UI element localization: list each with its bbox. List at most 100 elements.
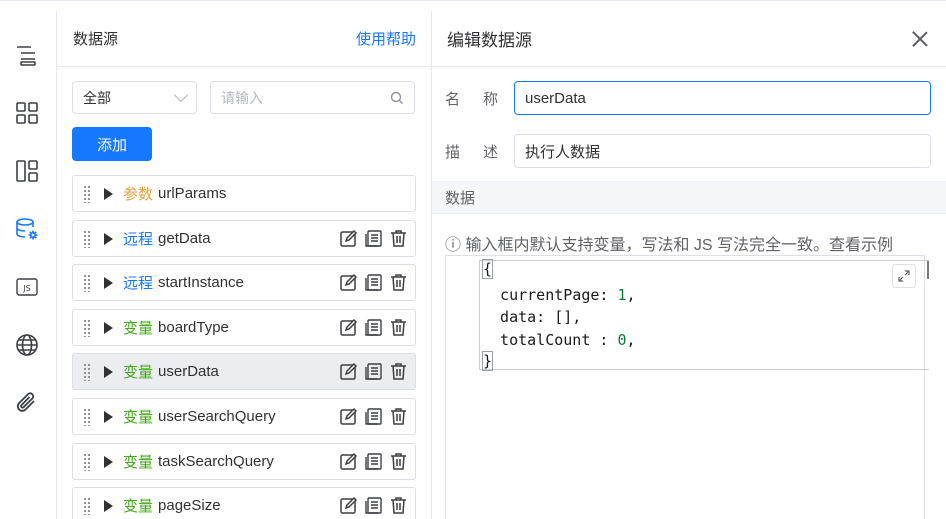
datasource-title: 数据源: [73, 31, 119, 48]
expand-arrow-icon[interactable]: [104, 232, 113, 245]
delete-icon[interactable]: [389, 318, 408, 337]
datasource-header: 数据源 使用帮助: [57, 11, 431, 67]
edit-icon[interactable]: [339, 496, 358, 515]
datasource-panel: 数据源 使用帮助 全部 请输入 添加 参数 urlParams 远程 getData 远…: [57, 11, 432, 519]
search-icon: [390, 91, 403, 104]
edit-icon[interactable]: [339, 229, 358, 248]
edit-icon[interactable]: [339, 452, 358, 471]
copy-icon[interactable]: [364, 362, 383, 381]
delete-icon[interactable]: [389, 496, 408, 515]
drag-handle-icon[interactable]: [83, 452, 91, 471]
outline-icon[interactable]: [13, 41, 41, 69]
copy-icon[interactable]: [364, 496, 383, 515]
drag-handle-icon[interactable]: [83, 229, 91, 248]
attachment-icon[interactable]: [13, 389, 41, 417]
scrollbar-thumb[interactable]: [927, 261, 929, 279]
expand-arrow-icon[interactable]: [104, 455, 113, 468]
item-actions: [339, 452, 408, 471]
item-actions: [339, 273, 408, 292]
copy-icon[interactable]: [364, 273, 383, 292]
type-filter-value: 全部: [83, 89, 111, 106]
delete-icon[interactable]: [389, 229, 408, 248]
list-item[interactable]: 变量 boardType: [72, 309, 416, 346]
search-placeholder: 请输入: [221, 89, 263, 106]
copy-icon[interactable]: [364, 407, 383, 426]
globe-icon[interactable]: [13, 331, 41, 359]
copy-icon[interactable]: [364, 229, 383, 248]
datasource-settings-icon[interactable]: [13, 215, 41, 243]
chevron-down-icon: [173, 87, 189, 103]
item-name: urlParams: [158, 185, 227, 202]
type-filter-select[interactable]: 全部: [72, 81, 197, 114]
type-tag: 变量: [123, 409, 154, 426]
expand-arrow-icon[interactable]: [104, 410, 113, 423]
expand-arrow-icon[interactable]: [104, 276, 113, 289]
drag-handle-icon[interactable]: [83, 273, 91, 292]
drag-handle-icon[interactable]: [83, 184, 91, 203]
list-item[interactable]: 远程 getData: [72, 220, 416, 257]
expand-arrow-icon[interactable]: [104, 321, 113, 334]
list-item[interactable]: 变量 userSearchQuery: [72, 398, 416, 435]
item-actions: [339, 407, 408, 426]
expand-arrow-icon[interactable]: [104, 187, 113, 200]
name-label: 名称: [445, 90, 522, 108]
left-icon-rail: JS: [0, 11, 57, 519]
description-label: 描述: [445, 143, 522, 161]
type-tag: 远程: [123, 275, 154, 292]
delete-icon[interactable]: [389, 407, 408, 426]
delete-icon[interactable]: [389, 452, 408, 471]
drag-handle-icon[interactable]: [83, 496, 91, 515]
delete-icon[interactable]: [389, 273, 408, 292]
item-name: taskSearchQuery: [158, 453, 274, 470]
svg-text:JS: JS: [22, 284, 30, 293]
list-item[interactable]: 远程 startInstance: [72, 264, 416, 301]
list-item[interactable]: 变量 pageSize: [72, 487, 416, 519]
edit-header: 编辑数据源: [432, 11, 946, 67]
item-name: userData: [158, 363, 219, 380]
list-item[interactable]: 参数 urlParams: [72, 175, 416, 212]
drag-handle-icon[interactable]: [83, 362, 91, 381]
copy-icon[interactable]: [364, 452, 383, 471]
item-actions: [339, 362, 408, 381]
item-actions: [339, 496, 408, 515]
app-root: JS 数据源 使用帮助 全部 请输入 添加 参数 urlParams 远程 getDa…: [0, 0, 946, 519]
edit-icon[interactable]: [339, 273, 358, 292]
filter-bar: 全部 请输入: [72, 81, 415, 114]
type-tag: 变量: [123, 320, 154, 337]
code-area[interactable]: { currentPage: 1, data: [], totalCount :…: [479, 259, 929, 371]
drag-handle-icon[interactable]: [83, 407, 91, 426]
edit-icon[interactable]: [339, 318, 358, 337]
copy-icon[interactable]: [364, 318, 383, 337]
edit-datasource-panel: 编辑数据源 名称 userData 描述 执行人数据 数据 ⓘ 输入框内默认支持…: [432, 11, 946, 519]
list-item[interactable]: 变量 taskSearchQuery: [72, 443, 416, 480]
drag-handle-icon[interactable]: [83, 318, 91, 337]
edit-icon[interactable]: [339, 362, 358, 381]
expand-arrow-icon[interactable]: [104, 365, 113, 378]
add-button[interactable]: 添加: [72, 127, 152, 161]
item-name: pageSize: [158, 497, 221, 514]
description-row: 描述 执行人数据: [432, 134, 946, 168]
type-tag: 变量: [123, 364, 154, 381]
code-line-total-count: totalCount : 0,: [482, 331, 636, 349]
layout-icon[interactable]: [13, 157, 41, 185]
code-editor[interactable]: { currentPage: 1, data: [], totalCount :…: [445, 255, 929, 519]
search-input[interactable]: 请输入: [210, 81, 415, 114]
components-icon[interactable]: [13, 99, 41, 127]
expand-icon: [898, 270, 910, 282]
expand-arrow-icon[interactable]: [104, 499, 113, 512]
list-item[interactable]: 变量 userData: [72, 353, 416, 390]
type-tag: 变量: [123, 498, 154, 515]
expand-editor-button[interactable]: [892, 264, 916, 288]
type-tag: 变量: [123, 454, 154, 471]
edit-icon[interactable]: [339, 407, 358, 426]
item-actions: [339, 229, 408, 248]
close-icon[interactable]: [912, 31, 928, 47]
code-line-open: {: [482, 259, 494, 279]
item-name: boardType: [158, 319, 229, 336]
name-field[interactable]: userData: [514, 81, 931, 115]
description-field[interactable]: 执行人数据: [514, 134, 931, 168]
js-icon[interactable]: JS: [13, 273, 41, 301]
delete-icon[interactable]: [389, 362, 408, 381]
item-name: startInstance: [158, 274, 244, 291]
help-link[interactable]: 使用帮助: [356, 28, 416, 49]
